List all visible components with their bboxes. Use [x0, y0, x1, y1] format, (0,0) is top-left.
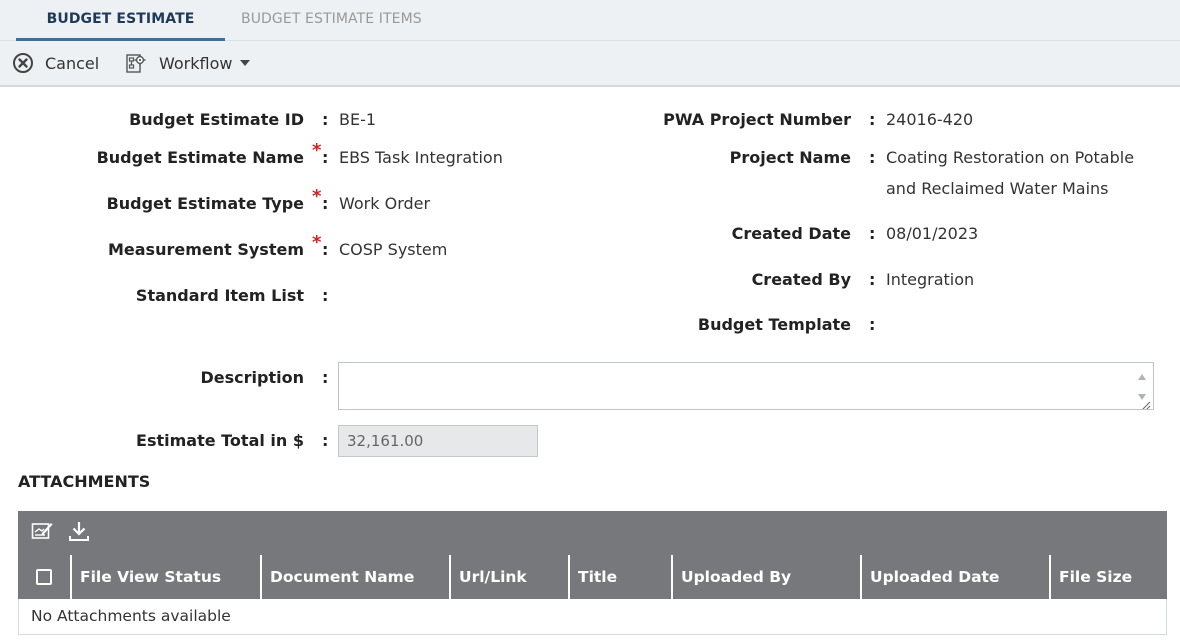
- colon: :: [869, 110, 876, 129]
- caret-down-icon: [240, 60, 251, 66]
- cancel-label: Cancel: [45, 53, 100, 73]
- budget-estimate-type-label: Budget Estimate Type: [106, 194, 304, 213]
- budget-estimate-name-value: EBS Task Integration: [339, 148, 503, 167]
- textarea-scrollbar[interactable]: [1131, 363, 1153, 411]
- colon: :: [869, 270, 876, 289]
- created-by-value: Integration: [886, 270, 975, 289]
- colon: :: [869, 224, 876, 243]
- created-date-label: Created Date: [731, 224, 851, 243]
- column-header-url-link[interactable]: Url/Link: [449, 555, 568, 599]
- description-textarea[interactable]: [338, 362, 1154, 411]
- budget-estimate-type-value: Work Order: [339, 194, 431, 213]
- column-header-title[interactable]: Title: [568, 555, 671, 599]
- colon: :: [322, 368, 329, 387]
- pwa-project-number-label: PWA Project Number: [663, 110, 851, 129]
- budget-template-label: Budget Template: [697, 315, 851, 334]
- column-header-document-name[interactable]: Document Name: [260, 555, 449, 599]
- estimate-total-label: Estimate Total in $: [136, 431, 304, 450]
- cancel-circle-icon: [12, 52, 34, 74]
- standard-item-list-label: Standard Item List: [135, 286, 304, 305]
- budget-estimate-id-label: Budget Estimate ID: [129, 110, 304, 129]
- project-name-label: Project Name: [729, 148, 851, 167]
- colon: :: [322, 431, 329, 450]
- column-header-file-size[interactable]: File Size: [1049, 555, 1167, 599]
- attachments-table-header: File View Status Document Name Url/Link …: [18, 555, 1167, 599]
- cancel-button[interactable]: Cancel: [12, 41, 99, 85]
- colon: :: [322, 148, 329, 167]
- column-header-file-view-status[interactable]: File View Status: [70, 555, 260, 599]
- project-name-value: Coating Restoration on Potable and Recla…: [886, 148, 1135, 198]
- tab-budget-estimate-items[interactable]: BUDGET ESTIMATE ITEMS: [241, 0, 422, 38]
- measurement-system-value: COSP System: [339, 240, 448, 259]
- attachments-toolbar: [18, 511, 1167, 555]
- required-marker: *: [312, 232, 322, 253]
- required-marker: *: [312, 186, 322, 207]
- estimate-total-field: 32,161.00: [338, 425, 538, 457]
- workflow-label: Workflow: [159, 53, 233, 73]
- pwa-project-number-value: 24016-420: [886, 110, 974, 129]
- colon: :: [869, 315, 876, 334]
- description-label: Description: [200, 368, 304, 387]
- colon: :: [322, 240, 329, 259]
- budget-estimate-id-value: BE-1: [339, 110, 377, 129]
- colon: :: [322, 110, 329, 129]
- tab-budget-estimate-details[interactable]: BUDGET ESTIMATE DETAILS: [16, 0, 225, 65]
- column-header-uploaded-date[interactable]: Uploaded Date: [860, 555, 1049, 599]
- required-marker: *: [312, 140, 322, 161]
- column-header-uploaded-by[interactable]: Uploaded By: [671, 555, 860, 599]
- toolbar: Cancel Workflow: [0, 41, 1180, 87]
- measurement-system-label: Measurement System: [107, 240, 304, 259]
- header-select-all: [18, 555, 70, 599]
- budget-estimate-name-label: Budget Estimate Name: [96, 148, 304, 167]
- edit-attachment-icon[interactable]: [31, 520, 53, 546]
- colon: :: [322, 286, 329, 305]
- select-all-checkbox[interactable]: [36, 569, 52, 585]
- attachments-title: ATTACHMENTS: [18, 472, 151, 491]
- download-icon[interactable]: [68, 520, 90, 546]
- tab-bar: BUDGET ESTIMATE DETAILS BUDGET ESTIMATE …: [0, 0, 1180, 65]
- workflow-dropdown-button[interactable]: Workflow: [125, 41, 251, 85]
- created-by-label: Created By: [751, 270, 851, 289]
- attachments-empty-message: No Attachments available: [18, 599, 1167, 635]
- colon: :: [322, 194, 329, 213]
- created-date-value: 08/01/2023: [886, 224, 979, 243]
- workflow-icon: [125, 51, 147, 75]
- colon: :: [869, 148, 876, 167]
